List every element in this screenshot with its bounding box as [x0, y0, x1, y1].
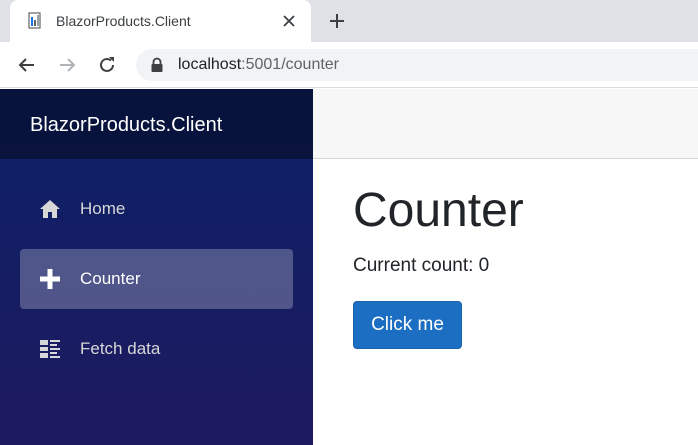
page-title: Counter	[353, 184, 524, 237]
nav-item-fetch-data[interactable]: Fetch data	[20, 319, 293, 379]
plus-icon	[40, 269, 60, 289]
nav-label-home: Home	[80, 199, 126, 218]
nav-label-fetch-data: Fetch data	[80, 339, 161, 358]
back-arrow-icon[interactable]	[16, 54, 38, 76]
url-host: localhost	[178, 56, 242, 73]
top-row	[313, 89, 698, 159]
url-path: :5001/counter	[241, 56, 340, 73]
home-icon	[40, 200, 60, 218]
address-bar[interactable]: localhost:5001/counter	[136, 49, 698, 81]
nav-label-counter: Counter	[80, 269, 141, 288]
browser-tab[interactable]: BlazorProducts.Client	[10, 0, 311, 42]
url-text[interactable]: localhost:5001/counter	[178, 56, 339, 74]
close-icon[interactable]	[280, 12, 298, 30]
reload-icon[interactable]	[96, 54, 118, 76]
nav-item-counter[interactable]: Counter	[20, 249, 293, 309]
forward-arrow-icon[interactable]	[56, 54, 78, 76]
nav-item-home[interactable]: Home	[20, 179, 293, 239]
browser-toolbar: localhost:5001/counter	[0, 42, 698, 88]
lock-icon[interactable]	[150, 57, 164, 73]
tab-title: BlazorProducts.Client	[56, 13, 191, 29]
page-icon	[28, 12, 41, 29]
main-content: Counter Current count: 0 Click me	[313, 89, 698, 445]
brand-bar: BlazorProducts.Client	[0, 89, 313, 159]
sidebar: BlazorProducts.Client Home Counter Fetch…	[0, 89, 313, 445]
list-icon	[40, 340, 60, 358]
app-brand[interactable]: BlazorProducts.Client	[30, 114, 222, 136]
current-count-text: Current count: 0	[353, 255, 490, 276]
browser-tab-strip: BlazorProducts.Client	[0, 0, 698, 42]
new-tab-plus-icon[interactable]	[327, 11, 347, 31]
click-me-button[interactable]: Click me	[353, 301, 462, 349]
